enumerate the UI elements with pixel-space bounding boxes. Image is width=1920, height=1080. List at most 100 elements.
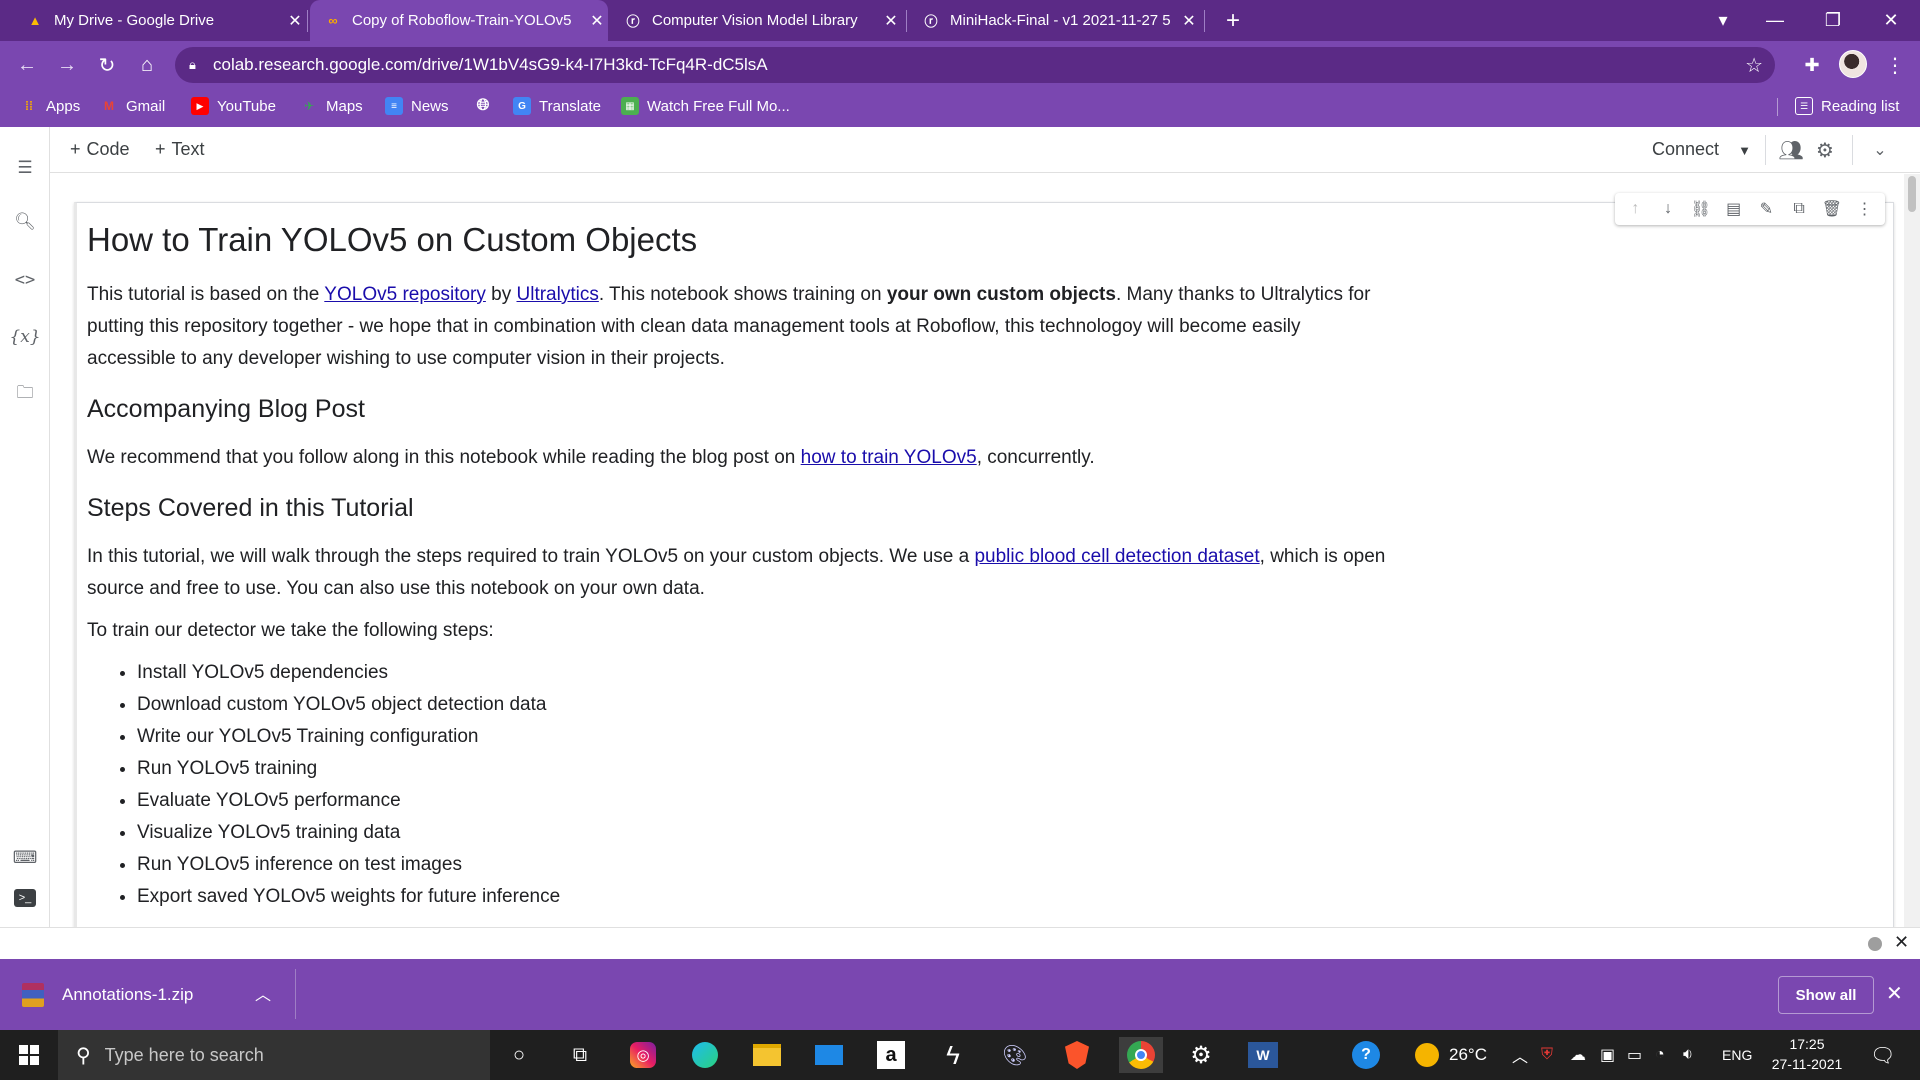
link-icon[interactable]: ⛓ [1687,199,1715,219]
browser-toolbar: ← → ↻ ⌂ 🔒︎ colab.research.google.com/dri… [0,41,1920,89]
reload-button[interactable]: ↻ [92,50,122,80]
taskbar-search[interactable]: ⚲ Type here to search [58,1030,490,1080]
scroll-thumb[interactable] [1908,176,1916,212]
back-button[interactable]: ← [12,50,42,80]
windows-logo-icon [19,1045,39,1065]
close-tab-icon[interactable]: ✕ [1178,10,1200,32]
close-tab-icon[interactable]: ✕ [284,10,306,32]
more-options-icon[interactable]: ⋮ [1851,199,1879,219]
apps-grid-icon: ⁞⁞ [25,99,33,113]
bookmark-globe[interactable]: 🌐︎ [474,89,500,123]
download-item[interactable]: Annotations-1.zip [22,975,193,1015]
cortana-icon[interactable]: ○ [499,1037,539,1073]
wifi-icon[interactable]: ◔ [1655,1030,1665,1080]
share-people-icon[interactable]: 👥︎ [1777,137,1805,163]
bookmark-watch-free[interactable]: ▦ Watch Free Full Mo... [621,89,790,123]
dataset-link[interactable]: public blood cell detection dataset [974,546,1259,567]
battery-icon[interactable]: ▭ [1627,1030,1642,1080]
mail-icon[interactable] [809,1037,849,1073]
antivirus-shield-icon[interactable]: ⛨ [1541,1030,1553,1080]
forward-button[interactable]: → [52,50,82,80]
word-icon[interactable]: W [1243,1037,1283,1073]
delete-icon[interactable]: 🗑︎ [1818,199,1846,219]
comment-icon[interactable]: ▤ [1720,199,1748,219]
close-download-bar-icon[interactable]: ✕ [1886,981,1903,1006]
brave-icon[interactable] [1057,1037,1097,1073]
amazon-icon[interactable]: a [871,1037,911,1073]
mirror-cell-icon[interactable]: ⧉ [1785,200,1813,218]
home-button[interactable]: ⌂ [132,50,162,80]
clock[interactable]: 17:25 27-11-2021 [1762,1034,1852,1074]
close-window-button[interactable]: ✕ [1868,0,1914,41]
edge-icon[interactable] [685,1037,725,1073]
settings-gear-icon[interactable]: ⚙ [1811,137,1839,163]
bookmark-apps[interactable]: ⁞⁞ Apps [20,89,80,123]
tab-model-library[interactable]: ⓡ Computer Vision Model Library ✕ [612,0,902,41]
reading-list-button[interactable]: ☰ Reading list [1795,89,1899,123]
instagram-icon[interactable]: ◎ [623,1037,663,1073]
bookmark-maps[interactable]: ✈ Maps [300,89,363,123]
move-cell-up-icon[interactable]: ↑ [1621,200,1649,218]
volume-icon[interactable]: 🔉︎ [1683,1030,1693,1080]
onedrive-cloud-icon[interactable]: ☁ [1570,1030,1586,1080]
collapse-header-icon[interactable]: ⌄ [1866,137,1894,163]
terminal-icon[interactable]: >_ [14,889,36,907]
new-tab-button[interactable]: + [1210,0,1256,41]
language-indicator[interactable]: ENG [1722,1030,1752,1080]
task-view-icon[interactable]: ⧉ [560,1037,600,1073]
yolov5-repository-link[interactable]: YOLOv5 repository [324,284,486,305]
extensions-icon[interactable]: ✚ [1797,50,1827,80]
colab-icon: ∞ [328,13,338,28]
bookmark-gmail[interactable]: M Gmail [100,89,165,123]
edit-pencil-icon[interactable]: ✎ [1752,199,1780,219]
browser-menu-icon[interactable]: ⋮ [1880,50,1910,80]
bookmark-youtube[interactable]: ▶ YouTube [191,89,276,123]
command-palette-icon[interactable]: ⌨ [12,845,38,871]
restore-button[interactable]: ❐ [1810,0,1856,41]
avatar[interactable] [1839,50,1867,78]
device-icon[interactable]: ▣ [1600,1030,1615,1080]
table-of-contents-icon[interactable]: ☰ [12,155,38,181]
show-hidden-icons[interactable]: ︿ [1512,1030,1528,1080]
notebook-area: ↑ ↓ ⛓ ▤ ✎ ⧉ 🗑︎ ⋮ How to Train YOLOv5 on … [51,174,1904,927]
chevron-up-icon[interactable]: ︿ [255,981,271,1005]
move-cell-down-icon[interactable]: ↓ [1654,200,1682,218]
how-to-train-link[interactable]: how to train YOLOv5 [801,447,977,468]
bookmark-news[interactable]: ≡ News [385,89,449,123]
close-tab-icon[interactable]: ✕ [880,10,902,32]
tab-search-icon[interactable]: ▾ [1700,0,1746,41]
bookmark-translate[interactable]: G Translate [513,89,601,123]
help-icon[interactable]: ? [1352,1030,1380,1080]
chrome-icon[interactable] [1119,1037,1163,1073]
address-bar[interactable]: 🔒︎ colab.research.google.com/drive/1W1bV… [175,47,1775,83]
list-item: Write our YOLOv5 Training configuration [137,721,1387,753]
start-button[interactable] [0,1030,58,1080]
blog-paragraph: We recommend that you follow along in th… [87,447,1095,468]
weather-widget[interactable]: 26°C [1415,1030,1487,1080]
close-tab-icon[interactable]: ✕ [586,10,608,32]
vertical-scrollbar[interactable] [1904,174,1920,927]
bookmarks-bar: ⁞⁞ Apps M Gmail ▶ YouTube ✈ Maps ≡ News … [0,89,1920,127]
show-all-button[interactable]: Show all [1778,976,1874,1014]
text-cell[interactable]: ↑ ↓ ⛓ ▤ ✎ ⧉ 🗑︎ ⋮ How to Train YOLOv5 on … [74,193,1894,927]
paint-icon[interactable]: 🎨︎ [995,1037,1035,1073]
minimize-button[interactable]: — [1752,0,1798,41]
tab-colab[interactable]: ∞ Copy of Roboflow-Train-YOLOv5 ✕ [310,0,608,41]
cell-toolbar: ↑ ↓ ⛓ ▤ ✎ ⧉ 🗑︎ ⋮ [1615,193,1885,225]
ultralytics-link[interactable]: Ultralytics [517,284,599,305]
files-folder-icon[interactable]: 🗀 [12,381,38,407]
tab-minihack[interactable]: ⓡ MiniHack-Final - v1 2021-11-27 5 ✕ [910,0,1200,41]
settings-icon[interactable]: ⚙ [1181,1037,1221,1073]
add-code-button[interactable]: + Code [70,139,130,160]
notifications-icon[interactable]: 🗨︎ [1870,1030,1895,1080]
connect-button[interactable]: Connect ▼ [1652,139,1751,160]
bookmark-star-icon[interactable]: ☆ [1745,53,1763,78]
variables-icon[interactable]: {x} [9,324,40,350]
search-icon[interactable]: 🔍︎ [12,209,38,235]
tab-google-drive[interactable]: ▲ My Drive - Google Drive ✕ [14,0,306,41]
app-lightning-icon[interactable]: ϟ [933,1037,973,1073]
file-explorer-icon[interactable] [747,1037,787,1073]
add-text-button[interactable]: + Text [155,139,205,160]
code-snippets-icon[interactable]: <> [12,267,38,293]
close-status-icon[interactable]: ✕ [1894,932,1909,953]
